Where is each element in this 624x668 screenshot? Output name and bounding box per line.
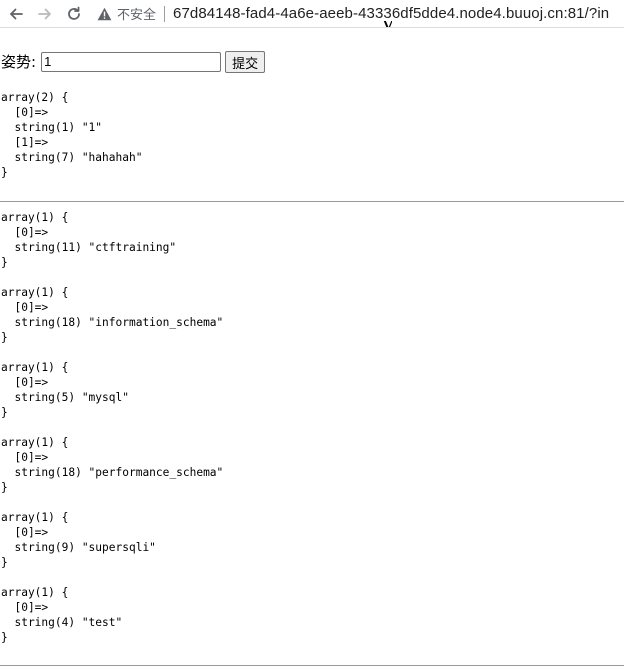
divider	[0, 201, 624, 202]
arrow-left-icon	[10, 8, 23, 19]
url-text[interactable]: 67d84148-fad4-4a6e-aeeb-43336df5dde4.nod…	[173, 5, 609, 22]
forward-button[interactable]	[32, 1, 58, 27]
page-title-fragment: y	[382, 21, 392, 27]
result-dump: array(2) { [0]=> string(1) "1" [1]=> str…	[1, 91, 143, 179]
result-dump: array(1) { [0]=> string(9) "supersqli" }	[1, 511, 156, 569]
query-label: 姿势:	[1, 53, 37, 71]
address-separator	[164, 5, 166, 22]
reload-button[interactable]	[61, 1, 87, 27]
warning-triangle-icon	[97, 7, 112, 21]
result-dump: array(1) { [0]=> string(5) "mysql" }	[1, 361, 129, 419]
divider	[0, 665, 624, 666]
address-bar[interactable]: 不安全 67d84148-fad4-4a6e-aeeb-43336df5dde4…	[97, 2, 624, 26]
browser-toolbar: 不安全 67d84148-fad4-4a6e-aeeb-43336df5dde4…	[0, 0, 624, 28]
reload-icon	[68, 6, 80, 20]
result-dump: array(1) { [0]=> string(4) "test" }	[1, 586, 123, 644]
result-dump: array(1) { [0]=> string(18) "performance…	[1, 436, 224, 494]
result-dump: array(1) { [0]=> string(11) "ctftraining…	[1, 211, 177, 269]
query-input[interactable]	[41, 52, 222, 72]
arrow-right-icon	[38, 8, 51, 19]
result-dump: array(1) { [0]=> string(18) "information…	[1, 286, 224, 344]
submit-button[interactable]: 提交	[225, 51, 266, 73]
back-button[interactable]	[3, 1, 29, 27]
security-label[interactable]: 不安全	[117, 4, 156, 23]
query-form: 姿势: 提交	[1, 51, 266, 73]
